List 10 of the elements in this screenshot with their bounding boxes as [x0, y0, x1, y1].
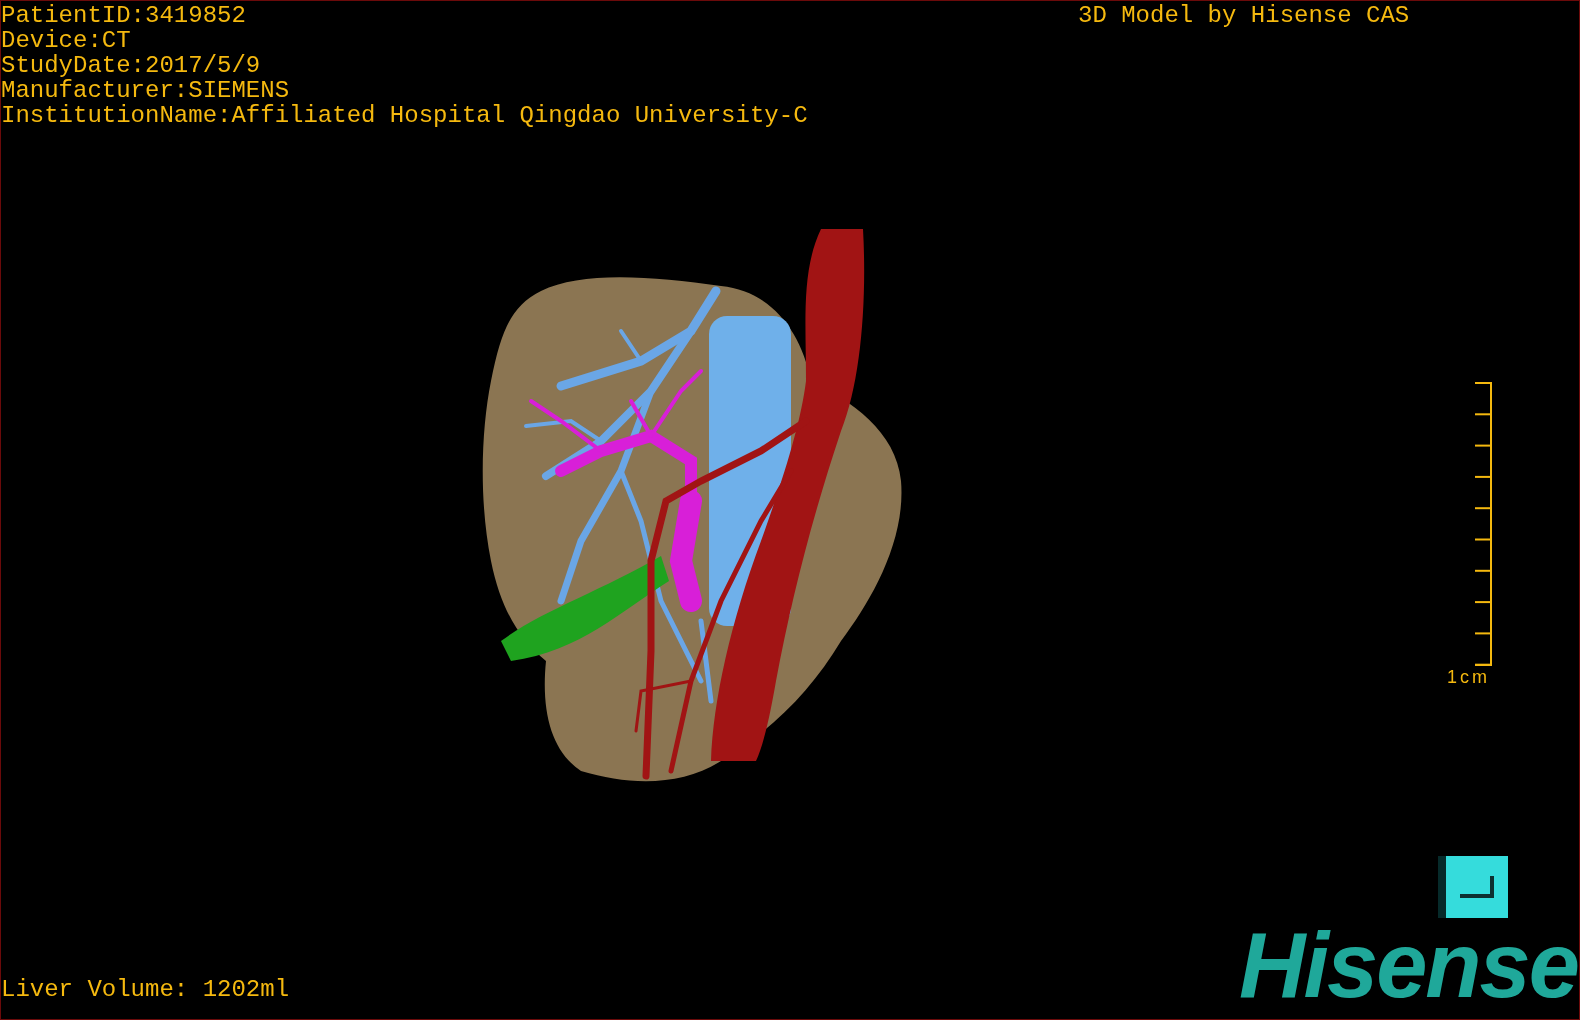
info-line: StudyDate:2017/5/9: [1, 53, 262, 78]
info-line: PatientID:3419852: [1, 3, 247, 28]
corner-icon: [1460, 876, 1494, 898]
info-line: Manufacturer:SIEMENS: [1, 78, 291, 103]
liver-volume: Liver Volume: 1202ml: [1, 977, 290, 1002]
model-credit: 3D Model by Hisense CAS: [1078, 3, 1410, 28]
scale-label: 1cm: [1447, 667, 1490, 687]
info-line: Device:CT: [1, 28, 132, 53]
info-line: InstitutionName:Affiliated Hospital Qingdao University-C: [1, 103, 808, 128]
brand-logo: Hisense: [1239, 917, 1578, 1013]
